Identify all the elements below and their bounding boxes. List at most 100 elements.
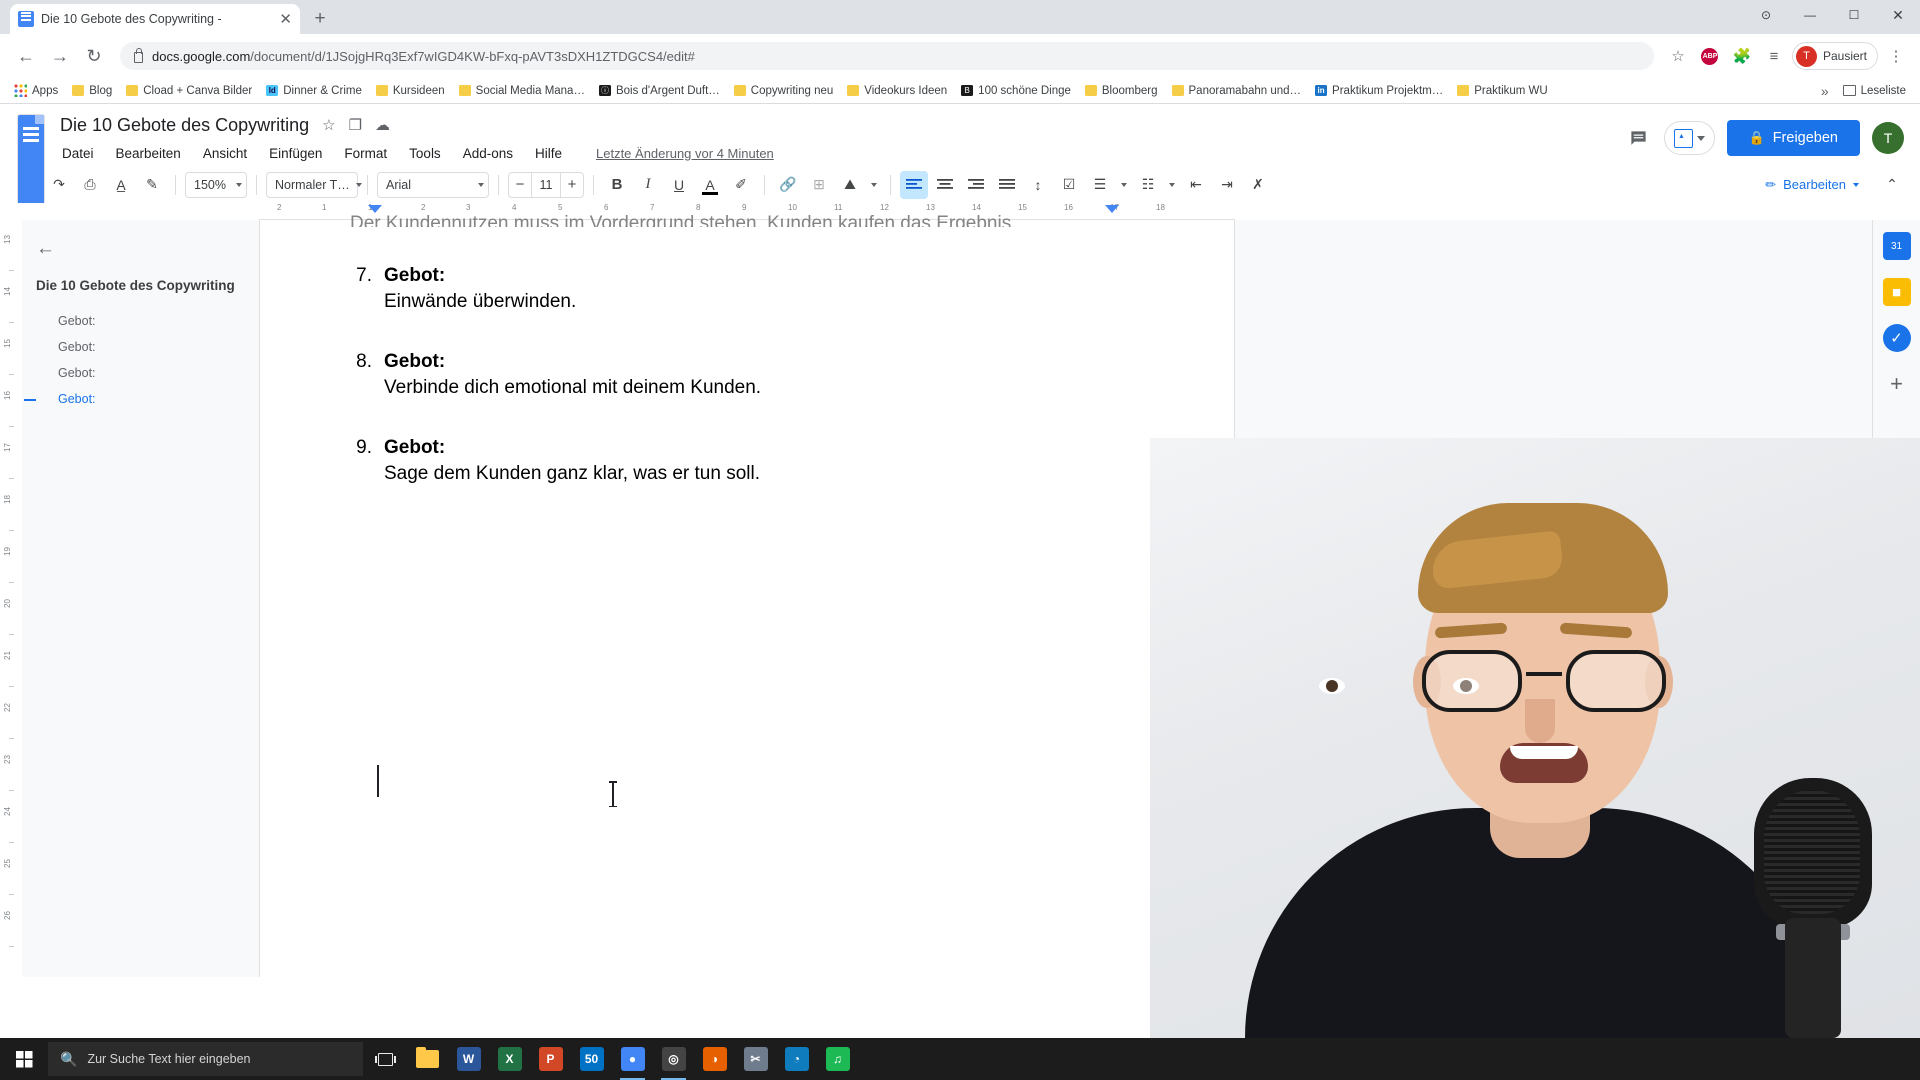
font-size-decrease[interactable]: − bbox=[509, 176, 531, 193]
paragraph-style-selector[interactable]: Normaler T… bbox=[266, 171, 362, 198]
redo-button[interactable]: ↷ bbox=[45, 171, 73, 199]
left-margin-marker[interactable] bbox=[368, 205, 382, 213]
editing-mode-button[interactable]: ✏ Bearbeiten bbox=[1754, 169, 1870, 200]
text-color-button[interactable]: A bbox=[696, 171, 724, 199]
chrome-menu-icon[interactable]: ⋮ bbox=[1882, 42, 1910, 70]
bookmark-item[interactable]: Bloomberg bbox=[1079, 83, 1164, 99]
document-list-item[interactable]: 9. Gebot: Sage dem Kunden ganz klar, was e… bbox=[350, 437, 1144, 485]
reading-list-button[interactable]: Leseliste bbox=[1837, 83, 1912, 99]
comment-icon[interactable] bbox=[1626, 125, 1652, 151]
line-spacing-button[interactable]: ↕ bbox=[1024, 171, 1052, 199]
menu-hilfe[interactable]: Hilfe bbox=[533, 144, 564, 163]
browser-tab[interactable]: Die 10 Gebote des Copywriting - ✕ bbox=[10, 4, 300, 34]
bookmark-item[interactable]: Videokurs Ideen bbox=[841, 83, 953, 99]
add-addon-icon[interactable]: + bbox=[1883, 370, 1911, 398]
outline-item[interactable]: Gebot: bbox=[36, 334, 246, 360]
bookmark-item[interactable]: ⓘ Bois d'Argent Duft… bbox=[593, 83, 726, 99]
extra-window-icon[interactable]: ⊙ bbox=[1744, 0, 1788, 30]
task-view-button[interactable] bbox=[363, 1052, 407, 1066]
profile-chip[interactable]: T Pausiert bbox=[1791, 42, 1878, 70]
outline-item[interactable]: Gebot: bbox=[36, 360, 246, 386]
chrome-icon[interactable]: ● bbox=[612, 1038, 653, 1080]
highlight-color-button[interactable]: ✐ bbox=[727, 171, 755, 199]
italic-button[interactable]: I bbox=[634, 171, 662, 199]
document-body[interactable]: Der Kundennutzen muss im Vordergrund ste… bbox=[260, 213, 1234, 485]
right-margin-marker[interactable] bbox=[1105, 205, 1119, 213]
font-size-increase[interactable]: + bbox=[561, 176, 583, 193]
maximize-button[interactable]: ☐ bbox=[1832, 0, 1876, 30]
bookmark-item[interactable]: Panoramabahn und… bbox=[1166, 83, 1308, 99]
document-page[interactable]: Der Kundennutzen muss im Vordergrund ste… bbox=[260, 213, 1234, 977]
account-avatar[interactable]: T bbox=[1872, 122, 1904, 154]
zoom-selector[interactable]: 150% bbox=[185, 171, 247, 198]
excel-icon[interactable]: X bbox=[489, 1038, 530, 1080]
forward-button[interactable]: → bbox=[44, 40, 76, 72]
outline-item[interactable]: Gebot: bbox=[36, 308, 246, 334]
edge-icon[interactable]: ◔ bbox=[776, 1038, 817, 1080]
vertical-ruler[interactable]: 13 14 15 16 17 18 19 20 21 22 23 24 25 26 bbox=[0, 220, 22, 977]
menu-ansicht[interactable]: Ansicht bbox=[201, 144, 249, 163]
print-button[interactable]: ⎙ bbox=[76, 171, 104, 199]
increase-indent-button[interactable]: ⇥ bbox=[1213, 171, 1241, 199]
present-button[interactable] bbox=[1663, 121, 1715, 155]
snip-icon[interactable]: ✂ bbox=[735, 1038, 776, 1080]
share-button[interactable]: 🔒 Freigeben bbox=[1726, 120, 1860, 156]
adblock-plus-icon[interactable]: ABP bbox=[1696, 42, 1724, 70]
address-bar[interactable]: docs.google.com/document/d/1JSojgHRq3Exf… bbox=[120, 42, 1654, 70]
document-list-item[interactable]: 8. Gebot: Verbinde dich emotional mit dein… bbox=[350, 351, 1144, 399]
menu-einf-gen[interactable]: Einfügen bbox=[267, 144, 324, 163]
font-size-stepper[interactable]: − 11 + bbox=[508, 171, 584, 198]
menu-datei[interactable]: Datei bbox=[60, 144, 96, 163]
bookmark-item[interactable]: Social Media Mana… bbox=[453, 83, 591, 99]
clear-formatting-button[interactable]: ✗ bbox=[1244, 171, 1272, 199]
align-justify-button[interactable] bbox=[993, 171, 1021, 199]
google-calendar-icon[interactable]: 31 bbox=[1882, 232, 1911, 260]
reload-button[interactable]: ↻ bbox=[78, 40, 110, 72]
numbered-list-dropdown-icon[interactable] bbox=[1165, 171, 1179, 199]
obs-icon[interactable]: ◎ bbox=[653, 1038, 694, 1080]
menu-tools[interactable]: Tools bbox=[407, 144, 443, 163]
bookmark-item[interactable]: Id Dinner & Crime bbox=[260, 83, 368, 99]
extensions-puzzle-icon[interactable]: 🧩 bbox=[1728, 42, 1756, 70]
align-right-button[interactable] bbox=[962, 171, 990, 199]
bulleted-list-button[interactable]: ☰ bbox=[1086, 171, 1114, 199]
file-explorer-icon[interactable] bbox=[407, 1038, 448, 1080]
cloud-saved-icon[interactable]: ☁ bbox=[375, 118, 390, 133]
close-window-button[interactable]: ✕ bbox=[1876, 0, 1920, 30]
close-tab-icon[interactable]: ✕ bbox=[279, 12, 292, 27]
bulleted-list-dropdown-icon[interactable] bbox=[1117, 171, 1131, 199]
firefox-icon[interactable]: ◑ bbox=[694, 1038, 735, 1080]
google-keep-icon[interactable]: ■ bbox=[1882, 278, 1911, 306]
menu-add-ons[interactable]: Add-ons bbox=[461, 144, 515, 163]
menu-format[interactable]: Format bbox=[342, 144, 389, 163]
align-center-button[interactable] bbox=[931, 171, 959, 199]
bookmark-item[interactable]: Cload + Canva Bilder bbox=[120, 83, 258, 99]
bookmark-item[interactable]: Praktikum WU bbox=[1451, 83, 1553, 99]
google-tasks-icon[interactable]: ✓ bbox=[1882, 324, 1911, 352]
star-icon[interactable]: ☆ bbox=[322, 118, 335, 133]
insert-image-dropdown-icon[interactable] bbox=[867, 171, 881, 199]
bookmark-item[interactable]: in Praktikum Projektm… bbox=[1309, 83, 1449, 99]
decrease-indent-button[interactable]: ⇤ bbox=[1182, 171, 1210, 199]
font-selector[interactable]: Arial bbox=[377, 171, 489, 198]
minimize-button[interactable]: — bbox=[1788, 0, 1832, 30]
last-edit-label[interactable]: Letzte Änderung vor 4 Minuten bbox=[596, 146, 774, 161]
reading-list-icon[interactable]: ≡ bbox=[1760, 42, 1788, 70]
bookmark-item[interactable]: B 100 schöne Dinge bbox=[955, 83, 1077, 99]
underline-button[interactable]: U bbox=[665, 171, 693, 199]
spotify-icon[interactable]: ♫ bbox=[817, 1038, 858, 1080]
paint-format-button[interactable]: ✎ bbox=[138, 171, 166, 199]
powerpoint-icon[interactable]: P bbox=[530, 1038, 571, 1080]
bookmarks-overflow-button[interactable]: » bbox=[1815, 83, 1835, 99]
move-to-folder-icon[interactable]: ❐ bbox=[349, 118, 362, 133]
menu-bearbeiten[interactable]: Bearbeiten bbox=[114, 144, 183, 163]
numbered-list-button[interactable]: ☷ bbox=[1134, 171, 1162, 199]
outline-document-title[interactable]: Die 10 Gebote des Copywriting bbox=[36, 278, 246, 293]
bookmark-star-icon[interactable]: ☆ bbox=[1664, 42, 1692, 70]
outline-item[interactable]: Gebot: bbox=[24, 386, 246, 412]
close-outline-icon[interactable]: ← bbox=[36, 238, 246, 260]
outlook-icon[interactable]: 50 bbox=[571, 1038, 612, 1080]
bookmark-item[interactable]: Apps bbox=[8, 82, 64, 99]
document-list-item[interactable]: 7. Gebot: Einwände überwinden. bbox=[350, 265, 1144, 313]
add-comment-button[interactable]: ⊞ bbox=[805, 171, 833, 199]
